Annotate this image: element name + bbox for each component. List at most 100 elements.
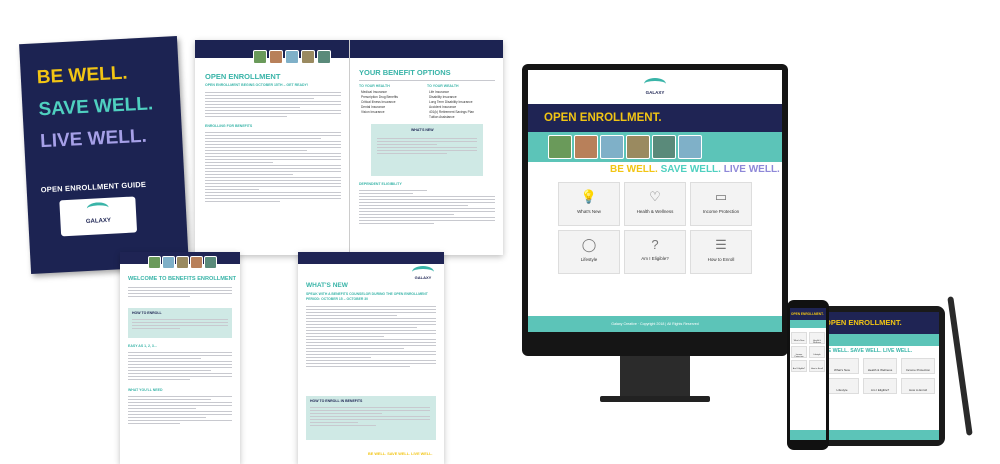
wealth-item: Disability Insurance [429, 95, 457, 99]
whats-new-title: WHAT'S NEW [306, 282, 348, 289]
phone-photo-strip [790, 320, 826, 328]
whats-new-box: WHAT'S NEW [371, 124, 483, 176]
tile-lifestyle[interactable]: ◯ Lifestyle [558, 230, 620, 274]
tablet-tile[interactable]: What's New [825, 358, 859, 374]
page-footer-tagline: BE WELL. SAVE WELL. LIVE WELL. [368, 452, 433, 456]
cover-live-well: LIVE WELL. [39, 125, 148, 153]
wealth-item: 401(k) Retirement Savings Plan [429, 110, 475, 114]
wallet-icon: ▭ [714, 189, 728, 204]
whats-new-page-band [298, 252, 444, 264]
document-icon: ☰ [715, 237, 727, 252]
cover-save-well: SAVE WELL. [37, 93, 154, 121]
tablet-tile[interactable]: Lifestyle [825, 378, 859, 394]
tile-income-protection[interactable]: ▭ Income Protection [690, 182, 752, 226]
tile-health-wellness[interactable]: ♡ Health & Wellness [624, 182, 686, 226]
steps-heading: EASY AS 1, 2, 3... [128, 344, 157, 348]
photo-family [253, 50, 267, 64]
welcome-page: WELCOME TO BENEFITS ENROLLMENT HOW TO EN… [120, 252, 240, 464]
tile-how-to-enroll[interactable]: ☰ How to Enroll [690, 230, 752, 274]
enroll-benefits-box: HOW TO ENROLL IN BENEFITS [306, 396, 436, 440]
photo-outdoors [301, 50, 315, 64]
site-footer: Galaxy Creative · Copyright 2018 | All R… [528, 316, 782, 332]
photo-strip [528, 132, 782, 162]
phone-screen: OPEN ENROLLMENT. What's New Health & Wel… [790, 308, 826, 440]
question-icon: ? [651, 237, 659, 252]
tablet-tile[interactable]: Income Protection [901, 358, 935, 374]
photo-group [317, 50, 331, 64]
cover-guide-title: OPEN ENROLLMENT GUIDE [40, 179, 147, 195]
lightbulb-icon: 💡 [580, 189, 598, 204]
health-item: Critical Illness Insurance [361, 100, 396, 104]
hero-tagline: BE WELL. SAVE WELL. LIVE WELL. [610, 164, 780, 175]
right-page-title: YOUR BENEFIT OPTIONS [359, 68, 451, 77]
whats-new-heading: WHAT'S NEW [411, 128, 434, 132]
how-to-enroll-body [132, 317, 228, 331]
phone-tile[interactable]: How to Enroll [809, 360, 825, 372]
wealth-heading: TO YOUR WEALTH [427, 84, 459, 88]
phone-tile[interactable]: What's New [791, 332, 807, 344]
photo-family [548, 135, 572, 159]
tablet-device: OPEN ENROLLMENT. BE WELL. SAVE WELL. LIV… [815, 306, 945, 446]
welcome-body [128, 285, 232, 299]
cover-logo: GALAXY [59, 196, 138, 237]
galaxy-swirl-icon [644, 78, 666, 90]
phone-tile[interactable]: Income Protection [791, 346, 807, 358]
photo-couple [190, 256, 203, 269]
photo-child [162, 256, 175, 269]
phone-tile[interactable]: Am I Eligible? [791, 360, 807, 372]
health-item: Vision Insurance [361, 110, 385, 114]
phone-hero-title: OPEN ENROLLMENT. [791, 312, 824, 316]
tile-am-i-eligible[interactable]: ? Am I Eligible? [624, 230, 686, 274]
left-page-title: OPEN ENROLLMENT [205, 72, 281, 81]
book-spine [349, 40, 350, 255]
enroll-benefits-heading: HOW TO ENROLL IN BENEFITS [310, 399, 363, 403]
site-header: GALAXY [528, 70, 782, 104]
tablet-tagline: BE WELL. SAVE WELL. LIVE WELL. [824, 348, 913, 354]
right-page-intro [359, 78, 495, 83]
tablet-photo-strip [821, 334, 939, 346]
phone-hero: OPEN ENROLLMENT. [790, 308, 826, 320]
tile-label: Income Protection [702, 209, 740, 214]
stylus-pen [947, 296, 973, 436]
phone-tile[interactable]: Lifestyle [809, 346, 825, 358]
desktop-monitor: GALAXY OPEN ENROLLMENT. BE WELL. SAVE WE… [522, 64, 788, 356]
tablet-screen: OPEN ENROLLMENT. BE WELL. SAVE WELL. LIV… [821, 312, 939, 440]
dependent-body [359, 188, 495, 226]
health-heading: TO YOUR HEALTH [359, 84, 390, 88]
dependent-heading: DEPENDENT ELIGIBILITY [359, 182, 402, 186]
wealth-item: Long Term Disability Insurance [429, 100, 473, 104]
whats-new-body [306, 304, 436, 369]
tile-label: How to Enroll [707, 257, 735, 262]
tile-label: Am I Eligible? [641, 256, 669, 261]
wealth-item: Tuition Assistance [429, 115, 455, 119]
phone-tile[interactable]: Health & Wellness [809, 332, 825, 344]
health-item: Medical Insurance [361, 90, 387, 94]
photo-outdoors [626, 135, 650, 159]
left-page-body [205, 90, 341, 119]
right-page-band [349, 40, 503, 58]
galaxy-swirl-icon [86, 201, 110, 215]
hero-title: OPEN ENROLLMENT. [544, 112, 662, 124]
heart-icon: ♡ [649, 189, 661, 204]
health-item: Prescription Drug Benefits [361, 95, 399, 99]
whats-new-body [377, 136, 477, 156]
site-logo-text[interactable]: GALAXY [528, 90, 782, 95]
how-to-enroll-heading: HOW TO ENROLL [132, 311, 162, 315]
photo-couple [574, 135, 598, 159]
enroll-benefits-body [310, 405, 430, 428]
guide-cover: BE WELL. SAVE WELL. LIVE WELL. OPEN ENRO… [19, 36, 189, 274]
monitor-stand-neck [620, 356, 690, 396]
monitor-screen: GALAXY OPEN ENROLLMENT. BE WELL. SAVE WE… [528, 70, 782, 332]
phone-device: OPEN ENROLLMENT. What's New Health & Wel… [787, 300, 829, 450]
page-logo: GALAXY [410, 266, 436, 282]
tablet-tile[interactable]: Health & Wellness [863, 358, 897, 374]
hero-banner: OPEN ENROLLMENT. [528, 104, 782, 132]
tile-label: Health & Wellness [636, 209, 674, 214]
tagline-save: SAVE WELL. [660, 164, 721, 175]
tagline-be: BE WELL. [610, 164, 658, 175]
photo-group [652, 135, 676, 159]
tablet-tile[interactable]: How to Enroll [901, 378, 935, 394]
tile-whats-new[interactable]: 💡 What's New [558, 182, 620, 226]
tablet-tile[interactable]: Am I Eligible? [863, 378, 897, 394]
tablet-footer [821, 430, 939, 440]
